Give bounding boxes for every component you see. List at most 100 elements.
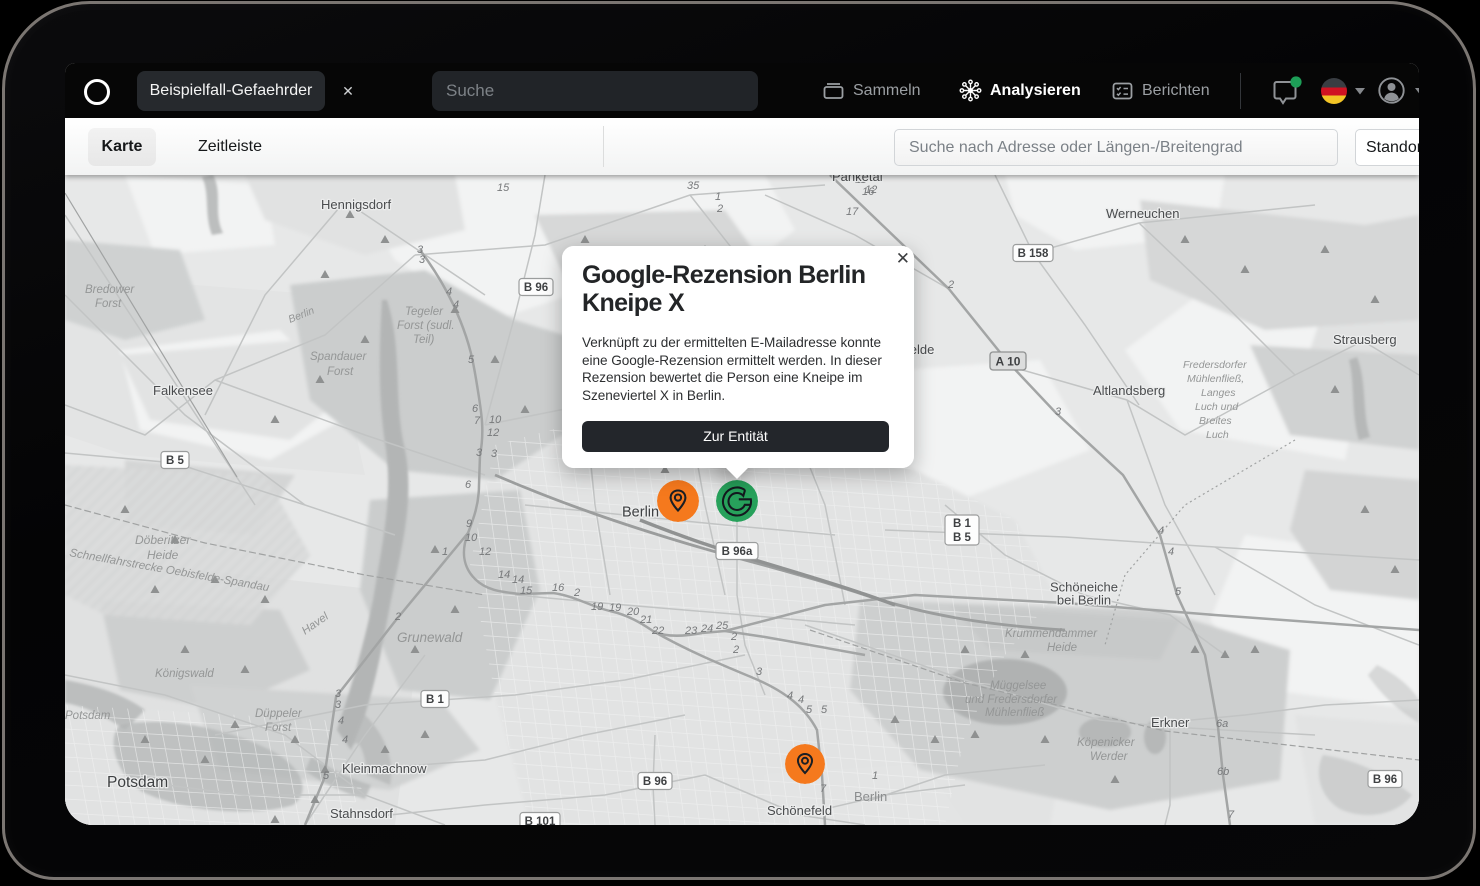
- svg-text:Potsdam: Potsdam: [107, 774, 168, 791]
- svg-text:15: 15: [520, 585, 533, 597]
- svg-text:Kleinmachnow: Kleinmachnow: [342, 761, 427, 776]
- svg-text:2: 2: [394, 611, 401, 623]
- svg-text:Spandauer: Spandauer: [310, 351, 367, 363]
- svg-text:B 5: B 5: [953, 532, 972, 544]
- svg-text:6: 6: [472, 403, 479, 415]
- svg-text:17: 17: [846, 206, 859, 218]
- svg-text:Falkensee: Falkensee: [153, 383, 213, 398]
- svg-text:7: 7: [474, 415, 481, 427]
- svg-text:12: 12: [479, 546, 491, 558]
- svg-text:12: 12: [865, 184, 877, 196]
- svg-text:B 96: B 96: [1373, 774, 1397, 786]
- svg-text:B 96a: B 96a: [722, 546, 753, 558]
- svg-text:4: 4: [453, 299, 459, 311]
- svg-text:Mühlenfließ: Mühlenfließ: [985, 707, 1044, 719]
- svg-text:5: 5: [1175, 586, 1182, 598]
- svg-text:Bredower: Bredower: [85, 284, 135, 296]
- svg-text:15: 15: [497, 182, 510, 194]
- svg-text:9: 9: [466, 518, 472, 530]
- svg-text:Heide: Heide: [147, 548, 179, 562]
- svg-text:Forst (sudl.: Forst (sudl.: [397, 320, 455, 332]
- svg-text:4: 4: [1168, 546, 1174, 558]
- svg-text:B 101: B 101: [525, 816, 556, 825]
- svg-text:Königswald: Königswald: [155, 668, 214, 680]
- svg-text:Forst: Forst: [327, 366, 354, 378]
- svg-text:B 158: B 158: [1018, 248, 1049, 260]
- svg-text:19: 19: [609, 602, 621, 614]
- svg-text:Mühlenfließ,: Mühlenfließ,: [1187, 373, 1244, 385]
- svg-text:7: 7: [820, 783, 827, 795]
- svg-text:1: 1: [442, 546, 448, 558]
- svg-text:Werneuchen: Werneuchen: [1106, 206, 1179, 221]
- svg-text:Forst: Forst: [95, 298, 122, 310]
- svg-text:21: 21: [639, 614, 652, 626]
- svg-text:22: 22: [651, 625, 664, 637]
- svg-text:Stahnsdorf: Stahnsdorf: [330, 806, 393, 821]
- svg-text:3: 3: [419, 254, 426, 266]
- svg-text:Erkner: Erkner: [1151, 715, 1190, 730]
- svg-text:5: 5: [806, 704, 813, 716]
- svg-text:14: 14: [498, 569, 510, 581]
- svg-text:4: 4: [798, 694, 804, 706]
- svg-text:3: 3: [335, 699, 342, 711]
- svg-text:4: 4: [342, 734, 348, 746]
- svg-text:Döberitzer: Döberitzer: [135, 533, 191, 547]
- svg-text:Berlin: Berlin: [622, 505, 659, 521]
- svg-text:16: 16: [552, 582, 565, 594]
- svg-text:Forst: Forst: [265, 722, 292, 734]
- svg-text:4: 4: [787, 690, 793, 702]
- svg-text:12: 12: [487, 427, 499, 439]
- svg-text:2: 2: [947, 279, 954, 291]
- svg-text:B 96: B 96: [643, 776, 667, 788]
- svg-text:Berlin: Berlin: [854, 789, 887, 804]
- svg-text:Fredersdorfer: Fredersdorfer: [1183, 359, 1247, 371]
- svg-text:Luch: Luch: [1206, 429, 1229, 441]
- svg-text:Altlandsberg: Altlandsberg: [1093, 383, 1165, 398]
- svg-text:4: 4: [1158, 525, 1164, 537]
- svg-text:Schönefeld: Schönefeld: [767, 803, 832, 818]
- svg-text:Tegeler: Tegeler: [405, 306, 444, 318]
- svg-text:10: 10: [465, 532, 478, 544]
- svg-text:2: 2: [716, 203, 723, 215]
- svg-text:Strausberg: Strausberg: [1333, 332, 1397, 347]
- svg-text:Hennigsdorf: Hennigsdorf: [321, 197, 391, 212]
- svg-text:1: 1: [715, 191, 721, 203]
- svg-text:3: 3: [476, 447, 483, 459]
- svg-text:Panketal: Panketal: [832, 175, 883, 184]
- svg-text:B 1: B 1: [953, 518, 972, 530]
- svg-text:3: 3: [491, 448, 498, 460]
- svg-text:23: 23: [684, 625, 698, 637]
- svg-text:24: 24: [700, 623, 713, 635]
- svg-text:2: 2: [573, 587, 580, 599]
- svg-text:5: 5: [821, 704, 828, 716]
- svg-text:A 10: A 10: [996, 355, 1021, 369]
- svg-text:20: 20: [626, 606, 640, 618]
- svg-text:Langes: Langes: [1201, 387, 1236, 399]
- svg-text:Werder: Werder: [1090, 751, 1129, 763]
- svg-text:3: 3: [756, 666, 763, 678]
- svg-text:Teil): Teil): [413, 334, 434, 346]
- svg-text:Breites: Breites: [1199, 415, 1232, 427]
- svg-text:4: 4: [446, 286, 452, 298]
- svg-text:3: 3: [1055, 406, 1062, 418]
- svg-text:5: 5: [468, 354, 475, 366]
- svg-text:bei Berlin: bei Berlin: [1057, 593, 1111, 608]
- svg-text:B 96: B 96: [524, 282, 548, 294]
- svg-text:B 5: B 5: [166, 455, 185, 467]
- svg-text:Grunewald: Grunewald: [397, 630, 463, 645]
- svg-text:7: 7: [1228, 809, 1235, 821]
- svg-text:6b: 6b: [1217, 766, 1229, 778]
- svg-text:2: 2: [730, 631, 737, 643]
- svg-text:35: 35: [687, 180, 700, 192]
- svg-text:6: 6: [465, 479, 472, 491]
- svg-text:Düppeler: Düppeler: [255, 708, 303, 720]
- svg-text:19: 19: [591, 601, 603, 613]
- svg-text:10: 10: [489, 414, 502, 426]
- svg-text:Heide: Heide: [1047, 642, 1077, 654]
- svg-text:und Fredersdorfer: und Fredersdorfer: [965, 694, 1058, 706]
- svg-text:1: 1: [872, 770, 878, 782]
- svg-text:Köpenicker: Köpenicker: [1077, 737, 1136, 749]
- svg-text:2: 2: [732, 644, 739, 656]
- svg-text:25: 25: [715, 620, 729, 632]
- svg-text:Krummendammer: Krummendammer: [1005, 628, 1098, 640]
